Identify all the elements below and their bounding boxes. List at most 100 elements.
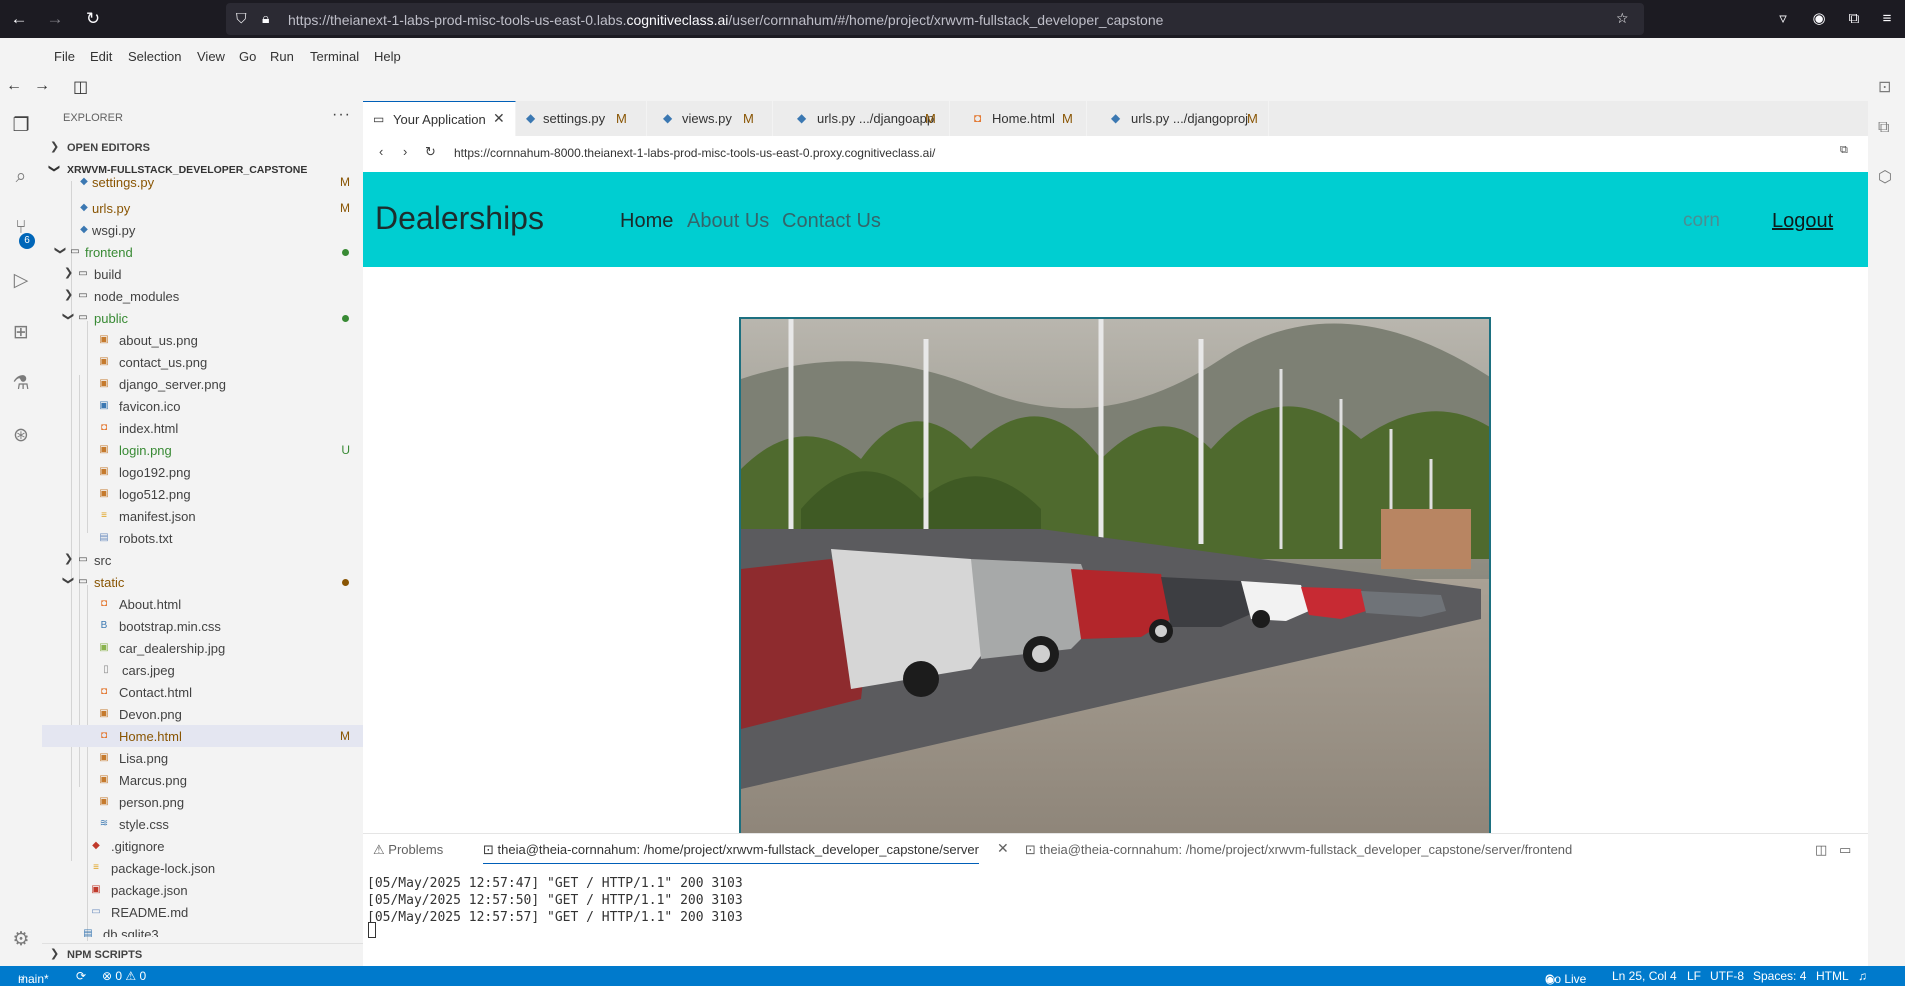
menu-terminal[interactable]: Terminal (310, 49, 359, 64)
address-bar[interactable]: ⛉ 🔒︎ https://theianext-1-labs-prod-misc-… (226, 3, 1644, 35)
tree-item-settings-py[interactable]: ◆ settings.py M (42, 175, 363, 191)
tree-item-about-us-png[interactable]: ▣ about_us.png (42, 329, 363, 351)
tab-settings-py[interactable]: ◆ settings.py M (516, 101, 647, 136)
explorer-files-icon[interactable]: ❐ (8, 113, 34, 139)
tree-item-package-lock-json[interactable]: ≡ package-lock.json (42, 857, 363, 879)
close-icon[interactable]: ✕ (493, 110, 505, 127)
tree-item-gitignore[interactable]: ◆ .gitignore (42, 835, 363, 857)
outline-icon[interactable]: ⧉ (1878, 119, 1889, 137)
tree-item-readme-md[interactable]: ▭ README.md (42, 901, 363, 923)
preview-back-icon[interactable]: ‹ (379, 144, 383, 159)
tree-item-marcus-png[interactable]: ▣ Marcus.png (42, 769, 363, 791)
encoding[interactable]: UTF-8 (1710, 969, 1744, 983)
lock-icon[interactable]: 🔒︎ (262, 10, 269, 27)
end-of-line[interactable]: LF (1687, 969, 1701, 983)
tab-your-application[interactable]: ▭ Your Application ✕ (363, 101, 516, 136)
tree-item-contact-html[interactable]: ◘ Contact.html (42, 681, 363, 703)
sync-icon[interactable]: ⟳ (76, 969, 86, 983)
menu-go[interactable]: Go (239, 49, 256, 64)
go-forward-icon[interactable]: → (34, 77, 50, 95)
tree-item-manifest-json[interactable]: ≡ manifest.json (42, 505, 363, 527)
open-editors-section[interactable]: ❯ OPEN EDITORS (42, 137, 363, 159)
preview-url[interactable]: https://cornnahum-8000.theianext-1-labs-… (454, 146, 935, 160)
tree-item-favicon-ico[interactable]: ▣ favicon.ico (42, 395, 363, 417)
tree-item-index-html[interactable]: ◘ index.html (42, 417, 363, 439)
logout-link[interactable]: Logout (1772, 210, 1833, 233)
nav-contact-link[interactable]: Contact Us (782, 210, 881, 233)
back-arrow-icon[interactable]: ← (8, 8, 30, 30)
testing-flask-icon[interactable]: ⚗ (8, 371, 34, 397)
account-icon[interactable]: ◉ (1808, 8, 1830, 30)
tree-item-logo192-png[interactable]: ▣ logo192.png (42, 461, 363, 483)
tree-item-style-css[interactable]: ≋ style.css (42, 813, 363, 835)
toggle-panel-icon[interactable]: ▭ (1839, 842, 1851, 858)
shield-icon[interactable]: ⛉ (236, 10, 247, 27)
settings-gear-icon[interactable]: ⚙ (8, 927, 34, 953)
pocket-icon[interactable]: ▿ (1772, 8, 1794, 30)
search-icon[interactable]: ⌕ (8, 164, 34, 190)
tree-item-robots-txt[interactable]: ▤ robots.txt (42, 527, 363, 549)
notifications-bell-icon[interactable]: ♫ (1858, 969, 1867, 983)
tree-item-person-png[interactable]: ▣ person.png (42, 791, 363, 813)
npm-scripts-section[interactable]: ❯ NPM SCRIPTS (42, 943, 363, 965)
tree-item-login-png[interactable]: ▣ login.png U (42, 439, 363, 461)
tree-folder-node-modules[interactable]: ❯ ▭ node_modules (42, 285, 363, 307)
menu-selection[interactable]: Selection (128, 49, 181, 64)
close-icon[interactable]: ✕ (997, 840, 1009, 857)
tree-folder-public[interactable]: ❯ ▭ public (42, 307, 363, 329)
problems-count[interactable]: ⊗ 0 ⚠ 0 (102, 969, 146, 983)
tab-views-py[interactable]: ◆ views.py M (647, 101, 773, 136)
toggle-sidebar-icon[interactable]: ◫ (73, 77, 88, 97)
tab-urls-py-djangoproj[interactable]: ◆ urls.py .../djangoproj M (1087, 101, 1269, 136)
menu-run[interactable]: Run (270, 49, 294, 64)
tree-item-car-dealership-jpg[interactable]: ▣ car_dealership.jpg (42, 637, 363, 659)
reload-icon[interactable]: ↻ (82, 8, 104, 30)
tree-item-lisa-png[interactable]: ▣ Lisa.png (42, 747, 363, 769)
terminal-toggle-icon[interactable]: ⊡ (1878, 77, 1891, 97)
tab-problems[interactable]: ⚠ Problems (373, 842, 443, 858)
tree-item-logo512-png[interactable]: ▣ logo512.png (42, 483, 363, 505)
menu-file[interactable]: File (54, 49, 75, 64)
tree-item-cars-jpeg[interactable]: ▯ cars.jpeg (42, 659, 363, 681)
tree-item-bootstrap-min-css[interactable]: B bootstrap.min.css (42, 615, 363, 637)
tree-item-wsgi-py[interactable]: ◆ wsgi.py (42, 219, 363, 241)
tab-terminal-server[interactable]: ⊡ theia@theia-cornnahum: /home/project/x… (483, 842, 979, 864)
site-brand[interactable]: Dealerships (375, 200, 544, 237)
preview-forward-icon[interactable]: › (403, 144, 407, 159)
nav-home-link[interactable]: Home (620, 210, 673, 233)
extensions-icon[interactable]: ⧉ (1843, 8, 1865, 30)
open-external-icon[interactable]: ⧉ (1840, 144, 1848, 157)
menu-help[interactable]: Help (374, 49, 401, 64)
run-debug-icon[interactable]: ▷ (8, 268, 34, 294)
tree-item-package-json[interactable]: ▣ package.json (42, 879, 363, 901)
tree-item-db-sqlite3[interactable]: ▤ db.sqlite3 (42, 923, 363, 937)
tree-folder-src[interactable]: ❯ ▭ src (42, 549, 363, 571)
tree-item-urls-py[interactable]: ◆ urls.py M (42, 197, 363, 219)
go-back-icon[interactable]: ← (6, 77, 22, 95)
tree-folder-build[interactable]: ❯ ▭ build (42, 263, 363, 285)
forward-arrow-icon[interactable]: → (44, 8, 66, 30)
tree-item-django-server-png[interactable]: ▣ django_server.png (42, 373, 363, 395)
tree-folder-frontend[interactable]: ❯ ▭ frontend (42, 241, 363, 263)
skills-network-icon[interactable]: ⊛ (8, 423, 34, 449)
tab-home-html[interactable]: ◘ Home.html M (950, 101, 1087, 136)
more-actions-icon[interactable]: ··· (332, 106, 351, 124)
menu-view[interactable]: View (197, 49, 225, 64)
terminal-cursor[interactable] (368, 922, 376, 938)
tree-item-devon-png[interactable]: ▣ Devon.png (42, 703, 363, 725)
tree-folder-static[interactable]: ❯ ▭ static (42, 571, 363, 593)
app-menu-icon[interactable]: ≡ (1876, 8, 1898, 30)
nav-about-link[interactable]: About Us (687, 210, 769, 233)
tree-item-contact-us-png[interactable]: ▣ contact_us.png (42, 351, 363, 373)
bookmark-star-icon[interactable]: ☆ (1616, 10, 1629, 27)
split-editor-icon[interactable]: ◫ (1815, 842, 1827, 858)
address-url[interactable]: https://theianext-1-labs-prod-misc-tools… (288, 12, 1163, 28)
tree-item-home-html[interactable]: ◘ Home.html M (42, 725, 363, 747)
extensions-icon[interactable]: ⊞ (8, 320, 34, 346)
language-mode[interactable]: HTML (1816, 969, 1849, 983)
tab-terminal-frontend[interactable]: ⊡ theia@theia-cornnahum: /home/project/x… (1025, 842, 1572, 858)
preview-reload-icon[interactable]: ↻ (425, 144, 436, 160)
tree-item-about-html[interactable]: ◘ About.html (42, 593, 363, 615)
tab-urls-py-djangoapp[interactable]: ◆ urls.py .../djangoapp M (773, 101, 950, 136)
cursor-position[interactable]: Ln 25, Col 4 (1612, 969, 1677, 983)
